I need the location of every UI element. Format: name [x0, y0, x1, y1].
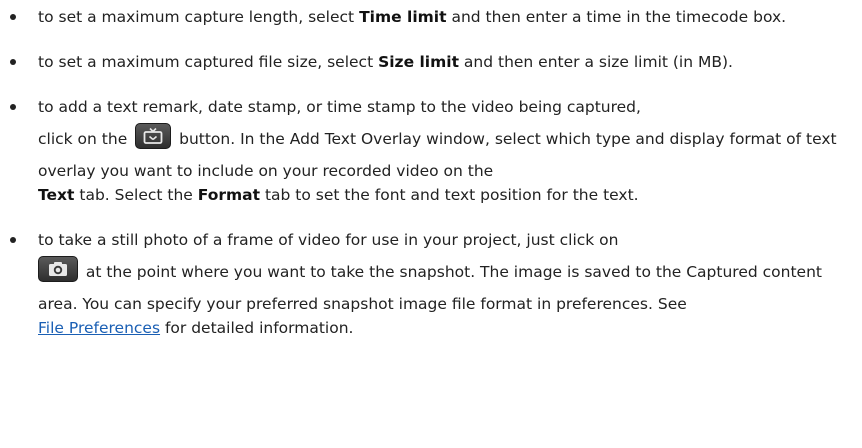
- list-item-size-limit: to set a maximum captured file size, sel…: [0, 28, 862, 73]
- file-preferences-link[interactable]: File Preferences: [38, 319, 160, 337]
- instruction-list: to set a maximum capture length, select …: [0, 0, 862, 339]
- item-text: click on the: [38, 130, 133, 148]
- bullet-icon: [10, 104, 16, 110]
- item-text: for detailed information.: [160, 319, 354, 337]
- tab-text-label: Text: [38, 186, 75, 204]
- item-text: tab. Select the: [74, 186, 198, 204]
- item-text: at the point where you want to take the …: [38, 263, 822, 313]
- item-text: and then enter a size limit (in MB).: [458, 53, 733, 71]
- list-item-snapshot: to take a still photo of a frame of vide…: [0, 206, 862, 339]
- tab-format-label: Format: [197, 186, 261, 204]
- item-text: and then enter a time in the timecode bo…: [446, 8, 787, 26]
- camera-icon[interactable]: [38, 256, 78, 282]
- item-text-line: at the point where you want to take the …: [38, 256, 848, 320]
- bullet-icon: [10, 237, 16, 243]
- option-size-limit: Size limit: [378, 53, 459, 71]
- item-text: to set a maximum capture length, select: [38, 8, 360, 26]
- item-text: tab to set the font and text position fo…: [260, 186, 639, 204]
- bullet-icon: [10, 14, 16, 20]
- item-text-line: click on the button. In the Add Text Ove…: [38, 123, 848, 187]
- tv-overlay-icon[interactable]: [135, 123, 172, 149]
- item-text: to add a text remark, date stamp, or tim…: [38, 98, 641, 116]
- item-text: to take a still photo of a frame of vide…: [38, 231, 619, 249]
- list-item-text-overlay: to add a text remark, date stamp, or tim…: [0, 73, 862, 206]
- bullet-icon: [10, 59, 16, 65]
- item-text: to set a maximum captured file size, sel…: [38, 53, 379, 71]
- list-item-time-limit: to set a maximum capture length, select …: [0, 0, 862, 28]
- option-time-limit: Time limit: [359, 8, 447, 26]
